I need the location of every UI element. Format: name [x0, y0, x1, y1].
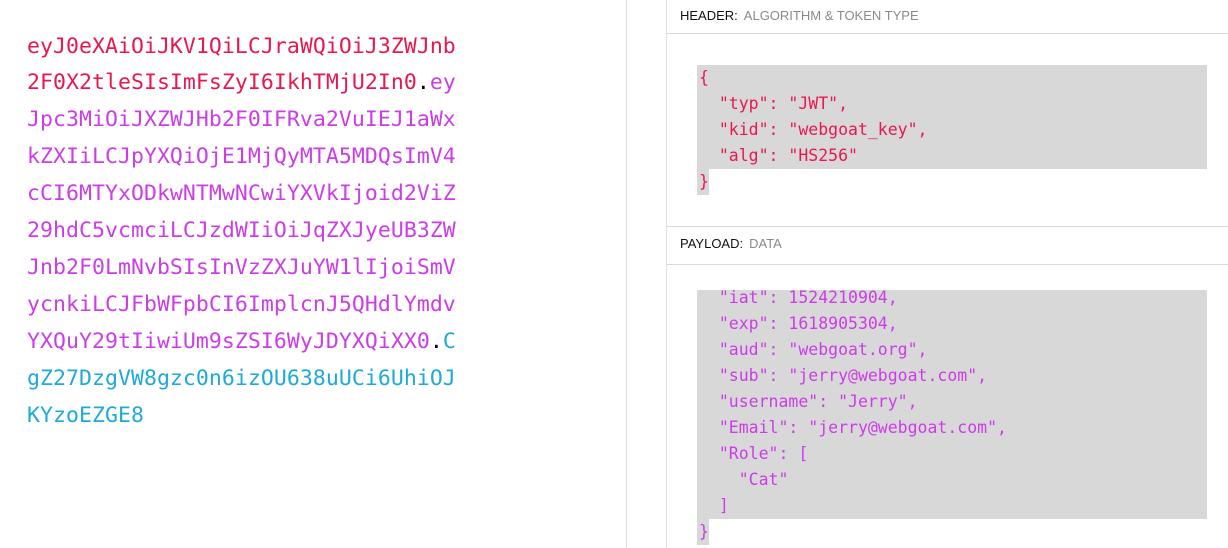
json-line: "Cat" — [699, 470, 789, 489]
token-line: Jpc3MiOiJXZWJHb2F0IFRva2VuIEJ1aWx — [27, 107, 456, 133]
json-closing-brace: } — [697, 169, 709, 195]
token-header-segment: 2F0X2tleSIsImFsZyI6IkhTMjU2In0 — [27, 70, 417, 95]
payload-section-title: PAYLOAD: DATA — [667, 226, 1228, 265]
token-payload-segment: Jpc3MiOiJXZWJHb2F0IFRva2VuIEJ1aWx — [27, 107, 456, 132]
token-line: YXQuY29tIiwiUm9sZSI6WyJDYXQiXX0.C — [27, 329, 456, 355]
token-line: 2F0X2tleSIsImFsZyI6IkhTMjU2In0.ey — [27, 70, 456, 96]
json-line: "Email": "jerry@webgoat.com", — [699, 418, 1007, 437]
token-signature-segment: KYzoEZGE8 — [27, 403, 144, 428]
token-payload-segment: YXQuY29tIiwiUm9sZSI6WyJDYXQiXX0 — [27, 329, 430, 354]
token-signature-segment: C — [442, 329, 456, 354]
payload-label: PAYLOAD: — [680, 236, 744, 251]
json-line: "kid": "webgoat_key", — [699, 120, 928, 139]
header-sublabel: ALGORITHM & TOKEN TYPE — [743, 8, 919, 23]
token-line: Jnb2F0LmNvbSIsInVzZXJuYW1lIjoiSmV — [27, 255, 456, 281]
json-line: "aud": "webgoat.org", — [699, 340, 928, 359]
token-payload-segment: cCI6MTYxODkwNTMwNCwiYXVkIjoid2ViZ — [27, 181, 456, 206]
header-json-editor[interactable]: { "typ": "JWT", "kid": "webgoat_key", "a… — [697, 65, 1207, 169]
header-section-title: HEADER: ALGORITHM & TOKEN TYPE — [667, 0, 1228, 34]
token-line: 29hdC5vcmciLCJzdWIiOiJqZXJyeUB3ZW — [27, 218, 456, 244]
token-payload-segment: 29hdC5vcmciLCJzdWIiOiJqZXJyeUB3ZW — [27, 218, 456, 243]
payload-sublabel: DATA — [749, 236, 782, 251]
json-line: "username": "Jerry", — [699, 392, 918, 411]
json-line: "exp": 1618905304, — [699, 314, 898, 333]
token-line: eyJ0eXAiOiJKV1QiLCJraWQiOiJ3ZWJnb — [27, 34, 456, 60]
json-line: "Role": [ — [699, 444, 809, 463]
json-line: "iat": 1524210904, — [699, 290, 898, 307]
encoded-token-panel[interactable]: eyJ0eXAiOiJKV1QiLCJraWQiOiJ3ZWJnb 2F0X2t… — [0, 0, 627, 548]
json-line: ] — [699, 496, 729, 515]
decoded-panel: HEADER: ALGORITHM & TOKEN TYPE { "typ": "… — [666, 0, 1228, 548]
json-line: { — [699, 68, 709, 87]
json-line: "sub": "jerry@webgoat.com", — [699, 366, 988, 385]
payload-json-editor[interactable]: "iat": 1524210904, "exp": 1618905304, "a… — [697, 290, 1207, 519]
token-separator-dot: . — [429, 329, 443, 354]
token-payload-segment: kZXIiLCJpYXQiOjE1MjQyMTA5MDQsImV4 — [27, 144, 456, 169]
token-line: kZXIiLCJpYXQiOjE1MjQyMTA5MDQsImV4 — [27, 144, 456, 170]
token-line: ycnkiLCJFbWFpbCI6ImplcnJ5QHdlYmdv — [27, 292, 456, 318]
token-payload-segment: ey — [429, 70, 456, 95]
token-header-segment: eyJ0eXAiOiJKV1QiLCJraWQiOiJ3ZWJnb — [27, 34, 456, 59]
token-line: KYzoEZGE8 — [27, 403, 144, 429]
json-line: "typ": "JWT", — [699, 94, 849, 113]
header-label: HEADER: — [680, 8, 738, 23]
token-line: gZ27DzgVW8gzc0n6izOU638uUCi6UhiOJ — [27, 366, 456, 392]
token-payload-segment: Jnb2F0LmNvbSIsInVzZXJuYW1lIjoiSmV — [27, 255, 456, 280]
token-payload-segment: ycnkiLCJFbWFpbCI6ImplcnJ5QHdlYmdv — [27, 292, 456, 317]
token-separator-dot: . — [416, 70, 430, 95]
json-line: "alg": "HS256" — [699, 146, 858, 165]
json-line: } — [699, 172, 709, 191]
token-signature-segment: gZ27DzgVW8gzc0n6izOU638uUCi6UhiOJ — [27, 366, 456, 391]
token-line: cCI6MTYxODkwNTMwNCwiYXVkIjoid2ViZ — [27, 181, 456, 207]
json-closing-brace: } — [697, 519, 709, 545]
json-line: } — [699, 522, 709, 541]
